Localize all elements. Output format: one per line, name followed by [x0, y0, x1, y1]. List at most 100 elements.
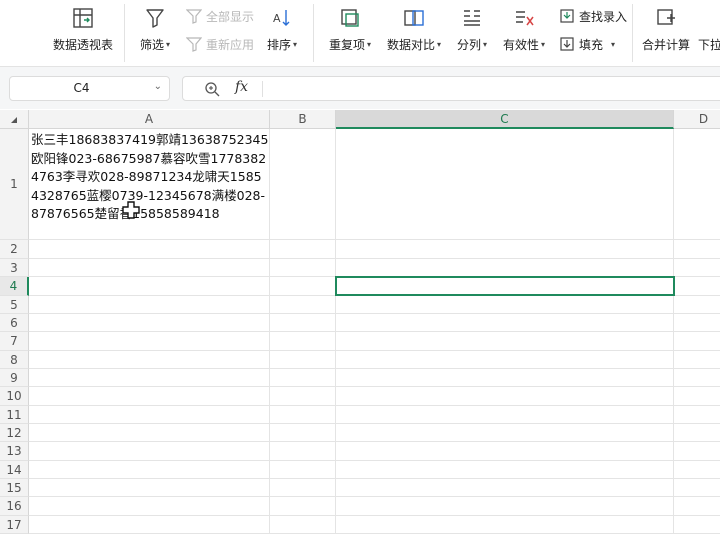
split-column-icon — [460, 6, 484, 30]
row-header-13[interactable]: 13 — [0, 442, 29, 461]
grid-line — [29, 331, 720, 332]
ribbon-divider — [313, 4, 314, 62]
formula-divider — [262, 81, 263, 97]
row-header-8[interactable]: 8 — [0, 351, 29, 369]
grid-line — [29, 515, 720, 516]
grid-line — [29, 441, 720, 442]
chevron-down-icon[interactable]: ⌄ — [154, 81, 162, 92]
pivot-table-button[interactable]: 数据透视表 — [50, 0, 116, 62]
grid-line — [29, 368, 720, 369]
row-header-9[interactable]: 9 — [0, 369, 29, 387]
row-header-15[interactable]: 15 — [0, 479, 29, 497]
duplicates-button[interactable]: 重复项 ▾ — [326, 0, 374, 62]
column-header-d[interactable]: D — [674, 110, 720, 129]
filter-clear-icon — [185, 7, 203, 25]
zoom-search-icon[interactable] — [203, 80, 221, 98]
active-cell-c4[interactable] — [335, 276, 675, 296]
grid-line — [29, 496, 720, 497]
select-all-corner[interactable] — [0, 110, 29, 129]
reapply-button[interactable]: 重新应用 — [185, 34, 254, 54]
data-compare-label: 数据对比 — [386, 38, 435, 52]
find-entry-button[interactable]: 查找录入 — [558, 6, 627, 26]
pivot-table-label: 数据透视表 — [52, 38, 113, 52]
row-header-5[interactable]: 5 — [0, 296, 29, 314]
row-header-14[interactable]: 14 — [0, 461, 29, 479]
formula-input-area[interactable]: fx — [182, 76, 720, 101]
cell-a1[interactable]: 张三丰18683837419郭靖13638752345欧阳锋023-686759… — [31, 131, 269, 224]
filter-refresh-icon — [185, 35, 203, 53]
row-header-16[interactable]: 16 — [0, 497, 29, 516]
duplicates-label: 重复项 — [328, 38, 365, 52]
column-header-c[interactable]: C — [336, 110, 674, 129]
svg-text:A: A — [273, 12, 281, 25]
data-compare-icon — [402, 6, 426, 30]
grid-line — [29, 313, 720, 314]
chevron-down-icon: ▾ — [293, 40, 298, 49]
chevron-down-icon: ▾ — [437, 40, 442, 49]
row-header-6[interactable]: 6 — [0, 314, 29, 332]
validity-icon — [512, 6, 536, 30]
name-box-value: C4 — [73, 81, 90, 95]
reapply-label: 重新应用 — [206, 37, 255, 52]
split-column-label: 分列 — [456, 38, 481, 52]
chevron-down-icon: ▾ — [611, 39, 616, 49]
column-header-b[interactable]: B — [270, 110, 336, 129]
validity-label: 有效性 — [502, 38, 539, 52]
grid-line — [29, 405, 720, 406]
row-header-11[interactable]: 11 — [0, 406, 29, 424]
grid-line — [29, 350, 720, 351]
merge-calc-icon — [654, 6, 678, 30]
merge-calc-label: 合并计算 — [641, 38, 690, 52]
ribbon-divider — [632, 4, 633, 62]
chevron-down-icon: ▾ — [166, 40, 171, 49]
merge-calc-button[interactable]: 合并计算 — [640, 0, 692, 62]
name-box[interactable]: C4 ⌄ — [9, 76, 170, 101]
pivot-table-icon — [71, 6, 95, 30]
column-header-a[interactable]: A — [29, 110, 270, 129]
formula-bar: C4 ⌄ fx — [0, 67, 720, 109]
row-header-7[interactable]: 7 — [0, 332, 29, 351]
spreadsheet-grid[interactable]: A B C D 1 2 3 4 5 6 7 8 9 10 11 12 13 14 15 16 17 张三丰186… — [0, 110, 720, 534]
sort-button[interactable]: A 排序 ▾ — [264, 0, 300, 62]
find-entry-label: 查找录入 — [579, 9, 628, 24]
find-entry-icon — [558, 7, 576, 25]
chevron-down-icon: ▾ — [541, 40, 546, 49]
ribbon-divider — [124, 4, 125, 62]
show-all-button[interactable]: 全部显示 — [185, 6, 254, 26]
dropdown-list-label: 下拉 — [698, 38, 720, 52]
grid-line — [29, 258, 720, 259]
data-compare-button[interactable]: 数据对比 ▾ — [385, 0, 443, 62]
fill-button[interactable]: 填充 ▾ — [558, 34, 615, 54]
grid-line — [29, 478, 720, 479]
ribbon-toolbar: 数据透视表 筛选 ▾ 全部显示 重新应用 A 排序 ▾ 重复项 ▾ 数据对比 ▾… — [0, 0, 720, 67]
grid-line — [29, 386, 720, 387]
filter-label: 筛选 — [139, 38, 164, 52]
filter-icon — [143, 6, 167, 30]
duplicates-icon — [338, 6, 362, 30]
filter-button[interactable]: 筛选 ▾ — [136, 0, 174, 62]
dropdown-list-icon — [698, 6, 720, 30]
fill-label: 填充 — [579, 37, 604, 52]
grid-line — [29, 239, 720, 240]
row-header-3[interactable]: 3 — [0, 259, 29, 277]
select-all-icon — [11, 117, 17, 123]
row-header-12[interactable]: 12 — [0, 424, 29, 442]
split-column-button[interactable]: 分列 ▾ — [454, 0, 490, 62]
row-header-4[interactable]: 4 — [0, 277, 29, 296]
row-header-2[interactable]: 2 — [0, 240, 29, 259]
grid-line — [29, 423, 720, 424]
chevron-down-icon: ▾ — [367, 40, 372, 49]
row-header-10[interactable]: 10 — [0, 387, 29, 406]
cell-cursor-icon — [122, 201, 140, 219]
validity-button[interactable]: 有效性 ▾ — [500, 0, 548, 62]
chevron-down-icon: ▾ — [483, 40, 488, 49]
row-header-17[interactable]: 17 — [0, 516, 29, 534]
grid-line — [29, 460, 720, 461]
sort-icon: A — [270, 6, 294, 30]
sort-label: 排序 — [266, 38, 291, 52]
row-header-1[interactable]: 1 — [0, 129, 29, 240]
show-all-label: 全部显示 — [206, 9, 255, 24]
function-icon[interactable]: fx — [235, 79, 248, 95]
dropdown-list-button[interactable]: 下拉 — [698, 0, 720, 62]
fill-icon — [558, 35, 576, 53]
